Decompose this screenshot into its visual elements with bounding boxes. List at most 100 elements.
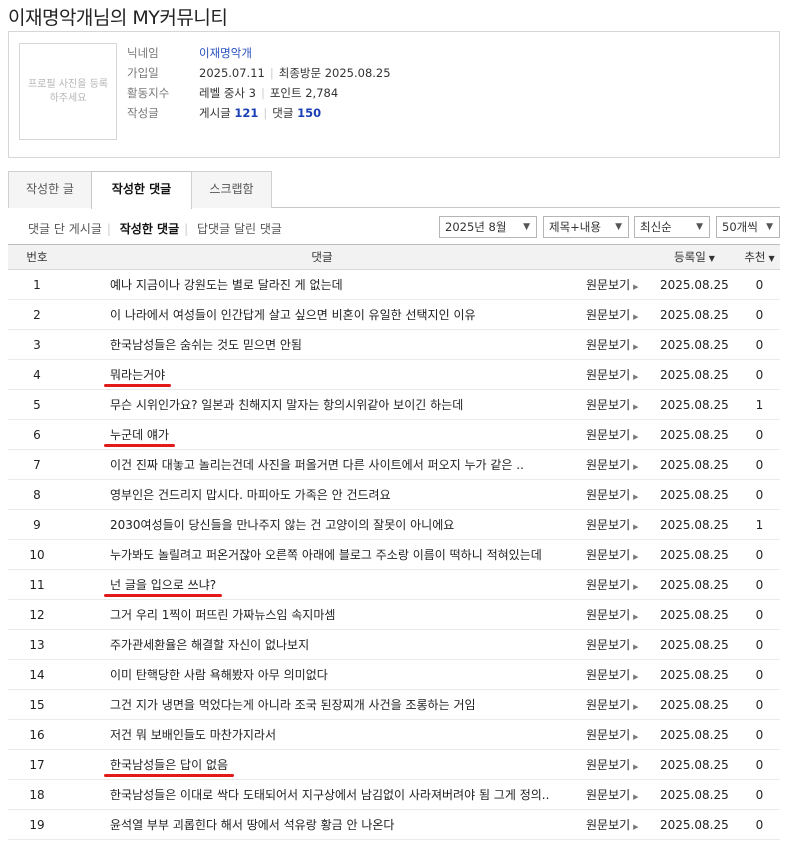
subfilter-replied-comments[interactable]: 답댓글 달린 댓글 xyxy=(197,222,282,236)
view-original-link[interactable]: 원문보기 ▶ xyxy=(578,419,650,450)
header-date[interactable]: 등록일 ▼ xyxy=(650,244,739,270)
comment-text[interactable]: 한국남성들은 숨쉬는 것도 믿으면 안됨 xyxy=(110,336,302,353)
order-select[interactable]: 최신순 ▼ xyxy=(634,216,710,238)
comment-text[interactable]: 영부인은 건드리지 맙시다. 마피아도 가족은 안 건드려요 xyxy=(110,486,391,503)
comment-cell[interactable]: 2030여성들이 당신들을 만나주지 않는 건 고양이의 잘못이 아니에요 xyxy=(66,509,578,540)
table-row[interactable]: 15 그건 지가 냉면을 먹었다는게 아니라 조국 된장찌개 사건을 조롱하는 거… xyxy=(8,689,780,720)
table-row[interactable]: 9 2030여성들이 당신들을 만나주지 않는 건 고양이의 잘못이 아니에요 원문… xyxy=(8,509,780,540)
table-row[interactable]: 7 이건 진짜 대놓고 놀리는건데 사진을 퍼올거면 다른 사이트에서 퍼오지 누… xyxy=(8,449,780,480)
comment-cell[interactable]: 저건 뭐 보배인들도 마찬가지라서 xyxy=(66,719,578,750)
table-row[interactable]: 13 주가관세환율은 해결할 자신이 없나보지 원문보기 ▶ 2025.08.25 0 xyxy=(8,629,780,660)
table-row[interactable]: 6 누군데 얘가 원문보기 ▶ 2025.08.25 0 xyxy=(8,419,780,450)
view-original-link[interactable]: 원문보기 ▶ xyxy=(578,539,650,570)
comment-cell[interactable]: 누가봐도 놀릴려고 퍼온거잖아 오른쪽 아래에 블로그 주소랑 이름이 떡하니 … xyxy=(66,539,578,570)
table-row[interactable]: 2 이 나라에서 여성들이 인간답게 살고 싶으면 비혼이 유일한 선택지인 이유… xyxy=(8,299,780,330)
comment-text[interactable]: 윤석열 부부 괴롭힌다 해서 땅에서 석유랑 황금 안 나온다 xyxy=(110,816,394,833)
comment-cell[interactable]: 한국남성들은 이대로 싹다 도태되어서 지구상에서 남김없이 사라져버려야 됨 … xyxy=(66,779,578,810)
recommend-count: 0 xyxy=(739,329,780,360)
view-original-link[interactable]: 원문보기 ▶ xyxy=(578,719,650,750)
comment-cell[interactable]: 넌 글을 입으로 쓰냐? xyxy=(66,569,578,600)
view-original-link[interactable]: 원문보기 ▶ xyxy=(578,659,650,690)
avatar[interactable]: 프로필 사진을 등록하주세요 xyxy=(19,43,117,140)
view-original-link[interactable]: 원문보기 ▶ xyxy=(578,509,650,540)
table-row[interactable]: 11 넌 글을 입으로 쓰냐? 원문보기 ▶ 2025.08.25 0 xyxy=(8,569,780,600)
table-row[interactable]: 8 영부인은 건드리지 맙시다. 마피아도 가족은 안 건드려요 원문보기 ▶ 2025… xyxy=(8,479,780,510)
subfilter-commented-posts[interactable]: 댓글 단 게시글 xyxy=(28,222,102,236)
view-original-link[interactable]: 원문보기 ▶ xyxy=(578,269,650,300)
comment-text[interactable]: 저건 뭐 보배인들도 마찬가지라서 xyxy=(110,726,276,743)
view-original-link[interactable]: 원문보기 ▶ xyxy=(578,299,650,330)
comment-text[interactable]: 이미 탄핵당한 사람 욕해봤자 아무 의미없다 xyxy=(110,666,328,683)
view-original-link[interactable]: 원문보기 ▶ xyxy=(578,689,650,720)
view-original-link[interactable]: 원문보기 ▶ xyxy=(578,569,650,600)
joined-value: 2025.07.11 xyxy=(199,66,265,80)
comment-cell[interactable]: 한국남성들은 숨쉬는 것도 믿으면 안됨 xyxy=(66,329,578,360)
comment-cell[interactable]: 이건 진짜 대놓고 놀리는건데 사진을 퍼올거면 다른 사이트에서 퍼오지 누가… xyxy=(66,449,578,480)
comment-cell[interactable]: 그건 지가 냉면을 먹었다는게 아니라 조국 된장찌개 사건을 조롱하는 거임 xyxy=(66,689,578,720)
table-row[interactable]: 12 그거 우리 1찍이 퍼뜨린 가짜뉴스임 속지마셈 원문보기 ▶ 2025.08.2… xyxy=(8,599,780,630)
month-select[interactable]: 2025년 8월 ▼ xyxy=(439,216,537,238)
comment-cell[interactable]: 예나 지금이나 강원도는 별로 달라진 게 없는데 xyxy=(66,269,578,300)
activity-row: 활동지수 레벨 중사 3 | 포인트 2,784 xyxy=(127,83,391,103)
view-original-label: 원문보기 xyxy=(586,548,631,562)
comment-cell[interactable]: 무슨 시위인가요? 일본과 친해지지 말자는 항의시위같아 보이긴 하는데 xyxy=(66,389,578,420)
comments-count[interactable]: 150 xyxy=(297,106,321,120)
comment-cell[interactable]: 뭐라는거야 xyxy=(66,359,578,390)
comment-text[interactable]: 예나 지금이나 강원도는 별로 달라진 게 없는데 xyxy=(110,276,343,293)
table-row[interactable]: 4 뭐라는거야 원문보기 ▶ 2025.08.25 0 xyxy=(8,359,780,390)
view-original-link[interactable]: 원문보기 ▶ xyxy=(578,629,650,660)
comment-text[interactable]: 2030여성들이 당신들을 만나주지 않는 건 고양이의 잘못이 아니에요 xyxy=(110,516,454,533)
comment-text[interactable]: 뭐라는거야 xyxy=(104,366,172,387)
view-original-link[interactable]: 원문보기 ▶ xyxy=(578,479,650,510)
comment-text[interactable]: 누군데 얘가 xyxy=(104,426,176,447)
tab-written-posts[interactable]: 작성한 글 xyxy=(8,171,92,208)
comment-cell[interactable]: 한국남성들은 답이 없음 xyxy=(66,749,578,780)
view-original-link[interactable]: 원문보기 ▶ xyxy=(578,449,650,480)
view-original-link[interactable]: 원문보기 ▶ xyxy=(578,779,650,810)
nickname-value[interactable]: 이재명악개 xyxy=(199,46,252,60)
comment-text[interactable]: 주가관세환율은 해결할 자신이 없나보지 xyxy=(110,636,309,653)
table-header-row: 번호 댓글 등록일 ▼ 추천 ▼ xyxy=(8,244,780,270)
per-page-select[interactable]: 50개씩 ▼ xyxy=(716,216,780,238)
table-row[interactable]: 1 예나 지금이나 강원도는 별로 달라진 게 없는데 원문보기 ▶ 2025.08.2… xyxy=(8,269,780,300)
table-row[interactable]: 14 이미 탄핵당한 사람 욕해봤자 아무 의미없다 원문보기 ▶ 2025.08.25… xyxy=(8,659,780,690)
comment-cell[interactable]: 주가관세환율은 해결할 자신이 없나보지 xyxy=(66,629,578,660)
comment-text[interactable]: 무슨 시위인가요? 일본과 친해지지 말자는 항의시위같아 보이긴 하는데 xyxy=(110,396,463,413)
comment-cell[interactable]: 윤석열 부부 괴롭힌다 해서 땅에서 석유랑 황금 안 나온다 xyxy=(66,809,578,840)
table-row[interactable]: 17 한국남성들은 답이 없음 원문보기 ▶ 2025.08.25 0 xyxy=(8,749,780,780)
tab-scrap[interactable]: 스크랩함 xyxy=(191,171,272,208)
posts-count[interactable]: 121 xyxy=(234,106,258,120)
comment-cell[interactable]: 누군데 얘가 xyxy=(66,419,578,450)
header-rec[interactable]: 추천 ▼ xyxy=(739,244,780,270)
table-row[interactable]: 19 윤석열 부부 괴롭힌다 해서 땅에서 석유랑 황금 안 나온다 원문보기 ▶ 20… xyxy=(8,809,780,840)
scope-select[interactable]: 제목+내용 ▼ xyxy=(543,216,629,238)
chevron-down-icon: ▼ xyxy=(615,222,622,232)
row-number: 7 xyxy=(8,449,66,480)
comment-text[interactable]: 그건 지가 냉면을 먹었다는게 아니라 조국 된장찌개 사건을 조롱하는 거임 xyxy=(110,696,476,713)
comment-cell[interactable]: 영부인은 건드리지 맙시다. 마피아도 가족은 안 건드려요 xyxy=(66,479,578,510)
written-label: 작성글 xyxy=(127,106,159,120)
view-original-link[interactable]: 원문보기 ▶ xyxy=(578,749,650,780)
tab-written-comments[interactable]: 작성한 댓글 xyxy=(91,171,192,209)
comment-cell[interactable]: 이미 탄핵당한 사람 욕해봤자 아무 의미없다 xyxy=(66,659,578,690)
view-original-link[interactable]: 원문보기 ▶ xyxy=(578,359,650,390)
view-original-link[interactable]: 원문보기 ▶ xyxy=(578,809,650,840)
comment-text[interactable]: 넌 글을 입으로 쓰냐? xyxy=(104,576,223,597)
comment-text[interactable]: 이 나라에서 여성들이 인간답게 살고 싶으면 비혼이 유일한 선택지인 이유 xyxy=(110,306,476,323)
table-row[interactable]: 18 한국남성들은 이대로 싹다 도태되어서 지구상에서 남김없이 사라져버려야 … xyxy=(8,779,780,810)
table-row[interactable]: 16 저건 뭐 보배인들도 마찬가지라서 원문보기 ▶ 2025.08.25 0 xyxy=(8,719,780,750)
comment-text[interactable]: 한국남성들은 이대로 싹다 도태되어서 지구상에서 남김없이 사라져버려야 됨 … xyxy=(110,786,549,803)
table-row[interactable]: 10 누가봐도 놀릴려고 퍼온거잖아 오른쪽 아래에 블로그 주소랑 이름이 떡하… xyxy=(8,539,780,570)
comment-text[interactable]: 누가봐도 놀릴려고 퍼온거잖아 오른쪽 아래에 블로그 주소랑 이름이 떡하니 … xyxy=(110,546,542,563)
comment-text[interactable]: 한국남성들은 답이 없음 xyxy=(104,756,235,777)
comment-text[interactable]: 그거 우리 1찍이 퍼뜨린 가짜뉴스임 속지마셈 xyxy=(110,606,335,623)
view-original-link[interactable]: 원문보기 ▶ xyxy=(578,329,650,360)
comment-cell[interactable]: 이 나라에서 여성들이 인간답게 살고 싶으면 비혼이 유일한 선택지인 이유 xyxy=(66,299,578,330)
comment-cell[interactable]: 그거 우리 1찍이 퍼뜨린 가짜뉴스임 속지마셈 xyxy=(66,599,578,630)
table-row[interactable]: 5 무슨 시위인가요? 일본과 친해지지 말자는 항의시위같아 보이긴 하는데 원문… xyxy=(8,389,780,420)
subfilter-written-comments[interactable]: 작성한 댓글 xyxy=(120,222,179,236)
view-original-link[interactable]: 원문보기 ▶ xyxy=(578,599,650,630)
comment-text[interactable]: 이건 진짜 대놓고 놀리는건데 사진을 퍼올거면 다른 사이트에서 퍼오지 누가… xyxy=(110,456,524,473)
table-row[interactable]: 3 한국남성들은 숨쉬는 것도 믿으면 안됨 원문보기 ▶ 2025.08.25 0 xyxy=(8,329,780,360)
view-original-link[interactable]: 원문보기 ▶ xyxy=(578,389,650,420)
